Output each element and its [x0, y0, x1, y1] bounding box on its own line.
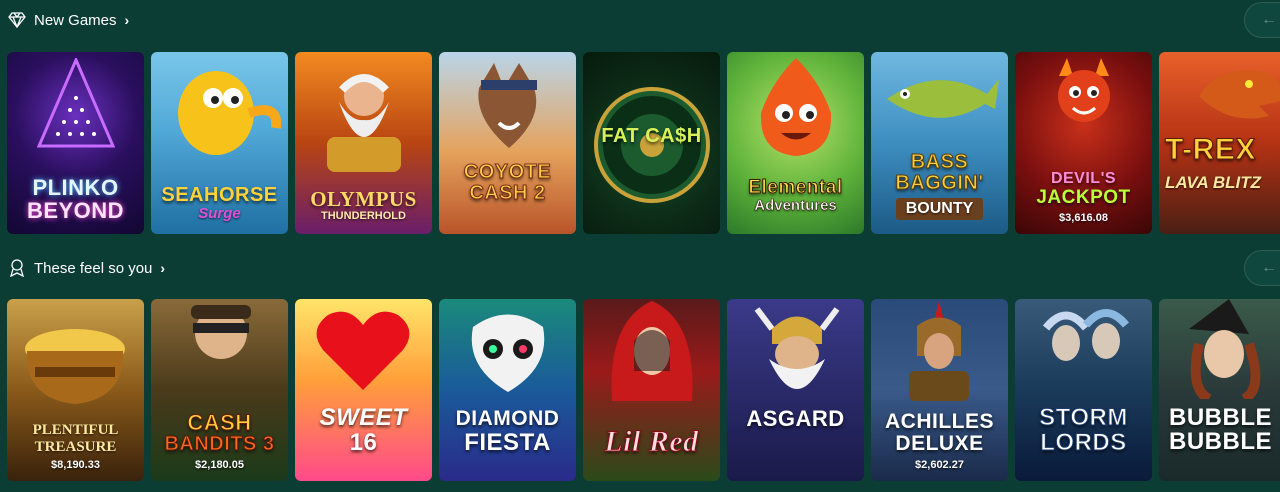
game-subtitle: LAVA BLITZ — [1165, 173, 1261, 192]
game-subtitle: BUBBLE — [1169, 428, 1272, 455]
game-subtitle: THUNDERHOLD — [321, 209, 406, 222]
game-title: T-REX — [1165, 133, 1256, 166]
person-medal-icon — [8, 259, 26, 277]
game-title: SWEET — [319, 403, 408, 431]
game-subtitle: DELUXE — [895, 431, 984, 455]
game-subtitle: Adventures — [754, 196, 837, 214]
game-subtitle: BANDITS 3 — [164, 433, 275, 455]
game-subtitle: TREASURE — [34, 438, 117, 455]
game-title: PLENTIFUL — [32, 422, 119, 438]
game-title: COYOTE — [463, 161, 552, 183]
game-tile-fat-cash[interactable]: FAT CA$H — [583, 52, 720, 234]
game-title: CASH — [187, 409, 252, 435]
game-tile-coyote-cash-2[interactable]: COYOTE CASH 2 — [439, 52, 576, 234]
game-title: OLYMPUS — [310, 186, 417, 211]
section-title: These feel so you — [34, 259, 153, 277]
game-tile-storm-lords[interactable]: STORM LORDS — [1015, 299, 1152, 481]
game-title: FAT CA$H — [601, 125, 702, 147]
game-title: DIAMOND — [455, 406, 560, 430]
game-row: PLINKO BEYOND SEAHORSE Surge OLYMPUS THU… — [7, 52, 1280, 234]
game-title: Lil Red — [604, 424, 699, 458]
new-games-header-link[interactable]: New Games › — [8, 10, 129, 30]
game-row: PLENTIFUL TREASURE $8,190.33 CASH BANDIT… — [7, 299, 1280, 481]
game-subtitle: 16 — [349, 428, 378, 456]
game-subtitle: FIESTA — [464, 428, 551, 456]
game-tile-asgard[interactable]: ASGARD — [727, 299, 864, 481]
jackpot-amount: $2,602.27 — [915, 459, 964, 471]
game-tile-cash-bandits-3[interactable]: CASH BANDITS 3 $2,180.05 — [151, 299, 288, 481]
game-title: Elemental — [748, 176, 843, 198]
game-title: DEVIL'S — [1050, 170, 1117, 188]
game-subtitle: BOUNTY — [895, 198, 984, 220]
jackpot-amount: $3,616.08 — [1059, 212, 1108, 224]
game-tile-bubble-bubble[interactable]: BUBBLE BUBBLE — [1159, 299, 1280, 481]
game-title: ASGARD — [746, 406, 845, 431]
diamond-icon — [8, 11, 26, 29]
game-title: BASS BAGGIN' — [895, 151, 984, 195]
arrow-left-icon: ← — [1261, 259, 1277, 276]
recommended-header-link[interactable]: These feel so you › — [8, 258, 165, 278]
game-tile-elemental-adventures[interactable]: Elemental Adventures — [727, 52, 864, 234]
game-tile-plentiful-treasure[interactable]: PLENTIFUL TREASURE $8,190.33 — [7, 299, 144, 481]
game-title: BUBBLE — [1169, 404, 1272, 431]
game-subtitle: JACKPOT — [1036, 187, 1131, 209]
scroll-left-button[interactable]: ← — [1244, 250, 1280, 286]
section-title: New Games — [34, 11, 117, 29]
game-subtitle: Surge — [198, 204, 241, 222]
game-tile-t-rex-lava-blitz[interactable]: T-REX LAVA BLITZ — [1159, 52, 1280, 234]
game-tile-sweet-16[interactable]: SWEET 16 — [295, 299, 432, 481]
scroll-left-button[interactable]: ← — [1244, 2, 1280, 38]
chevron-right-icon: › — [160, 260, 166, 276]
game-title: SEAHORSE — [161, 183, 278, 206]
game-tile-achilles-deluxe[interactable]: ACHILLES DELUXE $2,602.27 — [871, 299, 1008, 481]
game-tile-devils-jackpot[interactable]: DEVIL'S JACKPOT $3,616.08 — [1015, 52, 1152, 234]
game-subtitle: BEYOND — [26, 197, 125, 223]
game-tile-seahorse-surge[interactable]: SEAHORSE Surge — [151, 52, 288, 234]
jackpot-amount: $8,190.33 — [51, 459, 100, 471]
game-tile-olympus-thunderhold[interactable]: OLYMPUS THUNDERHOLD — [295, 52, 432, 234]
game-tile-diamond-fiesta[interactable]: DIAMOND FIESTA — [439, 299, 576, 481]
game-title: STORM — [1039, 403, 1128, 431]
game-subtitle: LORDS — [1040, 428, 1127, 456]
jackpot-amount: $2,180.05 — [195, 459, 244, 471]
game-tile-plinko-beyond[interactable]: PLINKO BEYOND — [7, 52, 144, 234]
game-tile-bass-baggin-bounty[interactable]: BASS BAGGIN' BOUNTY — [871, 52, 1008, 234]
game-tile-lil-red[interactable]: Lil Red — [583, 299, 720, 481]
game-title: ACHILLES — [885, 409, 994, 433]
chevron-right-icon: › — [124, 12, 130, 28]
game-title: PLINKO — [32, 174, 119, 200]
game-subtitle: CASH 2 — [469, 182, 546, 204]
arrow-left-icon: ← — [1261, 11, 1277, 28]
